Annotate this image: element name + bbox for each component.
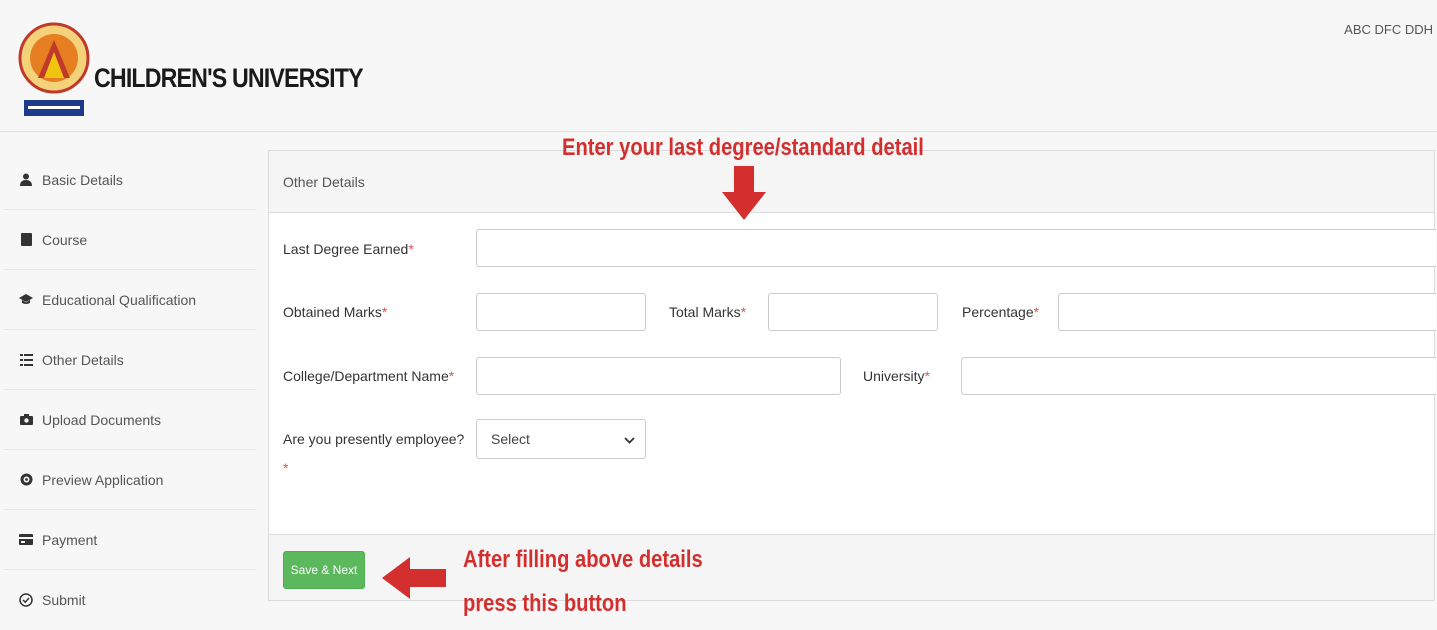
sidebar-item-submit[interactable]: Submit <box>4 570 256 630</box>
sidebar-item-label: Educational Qualification <box>42 291 197 308</box>
brand-name: CHILDREN'S UNIVERSITY <box>94 63 364 93</box>
annotation-bottom-line1: After filling above details <box>463 546 703 573</box>
user-icon <box>18 172 34 188</box>
chevron-down-icon <box>624 431 635 447</box>
sidebar: Basic Details Course Educational Qualifi… <box>4 150 256 630</box>
employee-required-mark: * <box>283 460 289 476</box>
arrow-left-icon <box>382 557 446 599</box>
last-degree-input[interactable] <box>476 229 1436 267</box>
university-logo <box>18 22 90 116</box>
card-icon <box>18 532 34 548</box>
eye-icon <box>18 472 34 488</box>
sidebar-item-label: Course <box>42 231 88 248</box>
employee-select-value: Select <box>491 431 530 447</box>
sidebar-item-label: Submit <box>42 592 86 608</box>
employee-label: Are you presently employee? <box>283 431 465 447</box>
college-input[interactable] <box>476 357 841 395</box>
sidebar-item-label: Other Details <box>42 351 124 368</box>
sidebar-item-other-details[interactable]: Other Details <box>4 330 256 390</box>
book-icon <box>18 232 34 248</box>
total-marks-input[interactable] <box>768 293 938 331</box>
sidebar-item-label: Preview Application <box>42 471 164 488</box>
graduation-cap-icon <box>18 292 34 308</box>
header: CHILDREN'S UNIVERSITY ABC DFC DDH <box>0 0 1437 132</box>
sidebar-item-course[interactable]: Course <box>4 210 256 270</box>
obtained-marks-input[interactable] <box>476 293 646 331</box>
university-input[interactable] <box>961 357 1436 395</box>
university-label: University* <box>863 368 930 384</box>
save-next-button[interactable]: Save & Next <box>283 551 365 589</box>
annotation-bottom-line2: press this button <box>463 590 627 617</box>
annotation-top: Enter your last degree/standard detail <box>562 134 924 161</box>
sidebar-item-educational-qualification[interactable]: Educational Qualification <box>4 270 256 330</box>
sidebar-item-upload-documents[interactable]: Upload Documents <box>4 390 256 450</box>
percentage-label: Percentage* <box>962 304 1040 320</box>
college-label: College/Department Name* <box>283 368 455 384</box>
sidebar-item-label: Payment <box>42 531 98 548</box>
sidebar-item-basic-details[interactable]: Basic Details <box>4 150 256 210</box>
user-name[interactable]: ABC DFC DDH <box>1344 22 1433 37</box>
camera-icon <box>18 412 34 428</box>
check-circle-icon <box>18 592 34 608</box>
other-details-panel: Other Details Last Degree Earned* Obtain… <box>268 150 1436 601</box>
list-icon <box>18 352 34 368</box>
sidebar-item-payment[interactable]: Payment <box>4 510 256 570</box>
sidebar-item-label: Basic Details <box>42 171 123 188</box>
percentage-input[interactable] <box>1058 293 1436 331</box>
total-marks-label: Total Marks* <box>669 304 747 320</box>
arrow-down-icon <box>722 166 766 220</box>
employee-select[interactable]: Select <box>476 419 646 459</box>
sidebar-item-preview-application[interactable]: Preview Application <box>4 450 256 510</box>
last-degree-label: Last Degree Earned* <box>283 241 414 257</box>
sidebar-item-label: Upload Documents <box>42 411 162 428</box>
obtained-marks-label: Obtained Marks* <box>283 304 388 320</box>
